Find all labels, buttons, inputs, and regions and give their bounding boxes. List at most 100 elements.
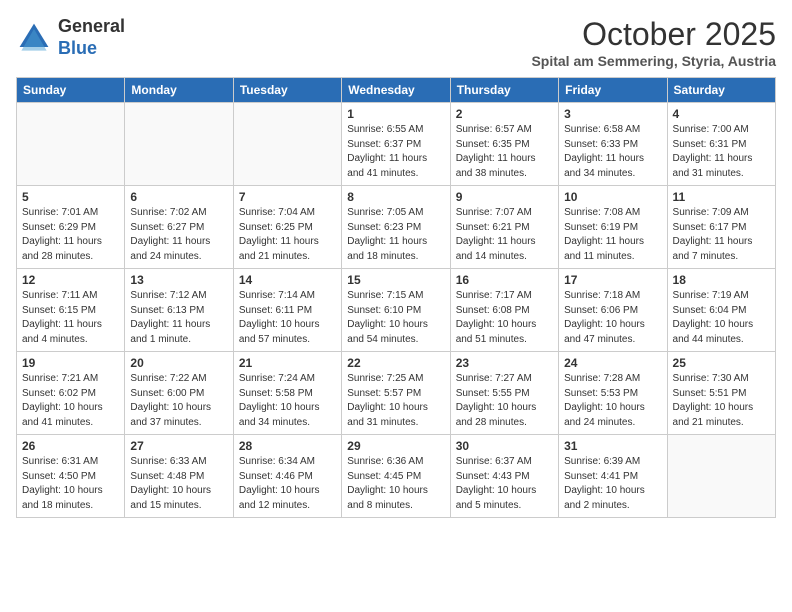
day-number: 12 <box>22 273 119 287</box>
day-number: 19 <box>22 356 119 370</box>
day-info: Sunrise: 7:21 AMSunset: 6:02 PMDaylight:… <box>22 372 119 430</box>
day-number: 22 <box>347 356 444 370</box>
day-info: Sunrise: 7:22 AMSunset: 6:00 PMDaylight:… <box>130 372 227 430</box>
day-number: 10 <box>564 190 661 204</box>
calendar-week-row: 12 Sunrise: 7:11 AMSunset: 6:15 PMDayligh… <box>17 269 776 352</box>
day-number: 26 <box>22 439 119 453</box>
calendar-week-row: 5 Sunrise: 7:01 AMSunset: 6:29 PMDaylight… <box>17 186 776 269</box>
day-info: Sunrise: 7:14 AMSunset: 6:11 PMDaylight:… <box>239 289 336 347</box>
day-info: Sunrise: 6:31 AMSunset: 4:50 PMDaylight:… <box>22 455 119 513</box>
calendar-week-row: 1 Sunrise: 6:55 AMSunset: 6:37 PMDaylight… <box>17 103 776 186</box>
day-info: Sunrise: 7:02 AMSunset: 6:27 PMDaylight:… <box>130 206 227 264</box>
calendar-cell: 27 Sunrise: 6:33 AMSunset: 4:48 PMDayligh… <box>125 435 233 518</box>
calendar-cell: 31Sunrise: 6:39 AMSunset: 4:41 PMDayligh… <box>559 435 667 518</box>
day-number: 29 <box>347 439 444 453</box>
dow-header: Wednesday <box>342 78 450 103</box>
day-number: 21 <box>239 356 336 370</box>
calendar-cell: 14 Sunrise: 7:14 AMSunset: 6:11 PMDayligh… <box>233 269 341 352</box>
day-number: 8 <box>347 190 444 204</box>
day-number: 1 <box>347 107 444 121</box>
page-header: General Blue October 2025 Spital am Semm… <box>16 16 776 69</box>
dow-header: Tuesday <box>233 78 341 103</box>
day-number: 28 <box>239 439 336 453</box>
day-info: Sunrise: 7:24 AMSunset: 5:58 PMDaylight:… <box>239 372 336 430</box>
calendar-cell: 10 Sunrise: 7:08 AMSunset: 6:19 PMDayligh… <box>559 186 667 269</box>
calendar-cell <box>233 103 341 186</box>
day-info: Sunrise: 7:12 AMSunset: 6:13 PMDaylight:… <box>130 289 227 347</box>
day-number: 30 <box>456 439 553 453</box>
day-info: Sunrise: 7:01 AMSunset: 6:29 PMDaylight:… <box>22 206 119 264</box>
day-number: 15 <box>347 273 444 287</box>
day-info: Sunrise: 6:36 AMSunset: 4:45 PMDaylight:… <box>347 455 444 513</box>
calendar-cell: 17 Sunrise: 7:18 AMSunset: 6:06 PMDayligh… <box>559 269 667 352</box>
calendar-cell <box>17 103 125 186</box>
calendar-cell: 2 Sunrise: 6:57 AMSunset: 6:35 PMDaylight… <box>450 103 558 186</box>
day-number: 14 <box>239 273 336 287</box>
day-info: Sunrise: 7:28 AMSunset: 5:53 PMDaylight:… <box>564 372 661 430</box>
day-number: 16 <box>456 273 553 287</box>
calendar-cell <box>667 435 775 518</box>
day-number: 9 <box>456 190 553 204</box>
calendar-table: SundayMondayTuesdayWednesdayThursdayFrid… <box>16 77 776 518</box>
dow-header: Thursday <box>450 78 558 103</box>
dow-header: Sunday <box>17 78 125 103</box>
day-number: 13 <box>130 273 227 287</box>
day-number: 20 <box>130 356 227 370</box>
day-number: 7 <box>239 190 336 204</box>
day-info: Sunrise: 6:58 AMSunset: 6:33 PMDaylight:… <box>564 123 661 181</box>
calendar-cell: 16 Sunrise: 7:17 AMSunset: 6:08 PMDayligh… <box>450 269 558 352</box>
day-number: 25 <box>673 356 770 370</box>
title-block: October 2025 Spital am Semmering, Styria… <box>531 16 776 69</box>
calendar-cell: 15Sunrise: 7:15 AMSunset: 6:10 PMDayligh… <box>342 269 450 352</box>
dow-header: Friday <box>559 78 667 103</box>
day-info: Sunrise: 7:04 AMSunset: 6:25 PMDaylight:… <box>239 206 336 264</box>
day-number: 17 <box>564 273 661 287</box>
day-info: Sunrise: 6:55 AMSunset: 6:37 PMDaylight:… <box>347 123 444 181</box>
calendar-cell: 5 Sunrise: 7:01 AMSunset: 6:29 PMDaylight… <box>17 186 125 269</box>
calendar-cell: 11 Sunrise: 7:09 AMSunset: 6:17 PMDayligh… <box>667 186 775 269</box>
calendar-body: 1 Sunrise: 6:55 AMSunset: 6:37 PMDaylight… <box>17 103 776 518</box>
calendar-cell <box>125 103 233 186</box>
calendar-cell: 7 Sunrise: 7:04 AMSunset: 6:25 PMDaylight… <box>233 186 341 269</box>
calendar-cell: 19 Sunrise: 7:21 AMSunset: 6:02 PMDayligh… <box>17 352 125 435</box>
calendar-cell: 20 Sunrise: 7:22 AMSunset: 6:00 PMDayligh… <box>125 352 233 435</box>
day-number: 5 <box>22 190 119 204</box>
calendar-cell: 12 Sunrise: 7:11 AMSunset: 6:15 PMDayligh… <box>17 269 125 352</box>
day-number: 2 <box>456 107 553 121</box>
location: Spital am Semmering, Styria, Austria <box>531 53 776 69</box>
calendar-cell: 28 Sunrise: 6:34 AMSunset: 4:46 PMDayligh… <box>233 435 341 518</box>
day-info: Sunrise: 7:08 AMSunset: 6:19 PMDaylight:… <box>564 206 661 264</box>
day-info: Sunrise: 7:25 AMSunset: 5:57 PMDaylight:… <box>347 372 444 430</box>
calendar-cell: 22 Sunrise: 7:25 AMSunset: 5:57 PMDayligh… <box>342 352 450 435</box>
calendar-cell: 30Sunrise: 6:37 AMSunset: 4:43 PMDayligh… <box>450 435 558 518</box>
calendar-cell: 13 Sunrise: 7:12 AMSunset: 6:13 PMDayligh… <box>125 269 233 352</box>
calendar-cell: 24Sunrise: 7:28 AMSunset: 5:53 PMDayligh… <box>559 352 667 435</box>
day-info: Sunrise: 6:33 AMSunset: 4:48 PMDaylight:… <box>130 455 227 513</box>
logo-icon <box>16 20 52 56</box>
day-info: Sunrise: 7:09 AMSunset: 6:17 PMDaylight:… <box>673 206 770 264</box>
day-number: 6 <box>130 190 227 204</box>
day-info: Sunrise: 7:17 AMSunset: 6:08 PMDaylight:… <box>456 289 553 347</box>
logo: General Blue <box>16 16 125 59</box>
calendar-cell: 23 Sunrise: 7:27 AMSunset: 5:55 PMDayligh… <box>450 352 558 435</box>
days-of-week-row: SundayMondayTuesdayWednesdayThursdayFrid… <box>17 78 776 103</box>
day-info: Sunrise: 7:00 AMSunset: 6:31 PMDaylight:… <box>673 123 770 181</box>
day-info: Sunrise: 6:34 AMSunset: 4:46 PMDaylight:… <box>239 455 336 513</box>
day-number: 3 <box>564 107 661 121</box>
day-number: 23 <box>456 356 553 370</box>
month-title: October 2025 <box>531 16 776 53</box>
calendar-week-row: 26 Sunrise: 6:31 AMSunset: 4:50 PMDayligh… <box>17 435 776 518</box>
calendar-cell: 29 Sunrise: 6:36 AMSunset: 4:45 PMDayligh… <box>342 435 450 518</box>
day-info: Sunrise: 7:11 AMSunset: 6:15 PMDaylight:… <box>22 289 119 347</box>
day-number: 27 <box>130 439 227 453</box>
day-info: Sunrise: 7:27 AMSunset: 5:55 PMDaylight:… <box>456 372 553 430</box>
day-number: 31 <box>564 439 661 453</box>
calendar-cell: 6 Sunrise: 7:02 AMSunset: 6:27 PMDaylight… <box>125 186 233 269</box>
day-info: Sunrise: 7:18 AMSunset: 6:06 PMDaylight:… <box>564 289 661 347</box>
logo-blue: Blue <box>58 38 97 58</box>
day-info: Sunrise: 6:57 AMSunset: 6:35 PMDaylight:… <box>456 123 553 181</box>
calendar-cell: 18Sunrise: 7:19 AMSunset: 6:04 PMDayligh… <box>667 269 775 352</box>
calendar-cell: 3 Sunrise: 6:58 AMSunset: 6:33 PMDaylight… <box>559 103 667 186</box>
calendar-cell: 8Sunrise: 7:05 AMSunset: 6:23 PMDaylight… <box>342 186 450 269</box>
day-number: 11 <box>673 190 770 204</box>
